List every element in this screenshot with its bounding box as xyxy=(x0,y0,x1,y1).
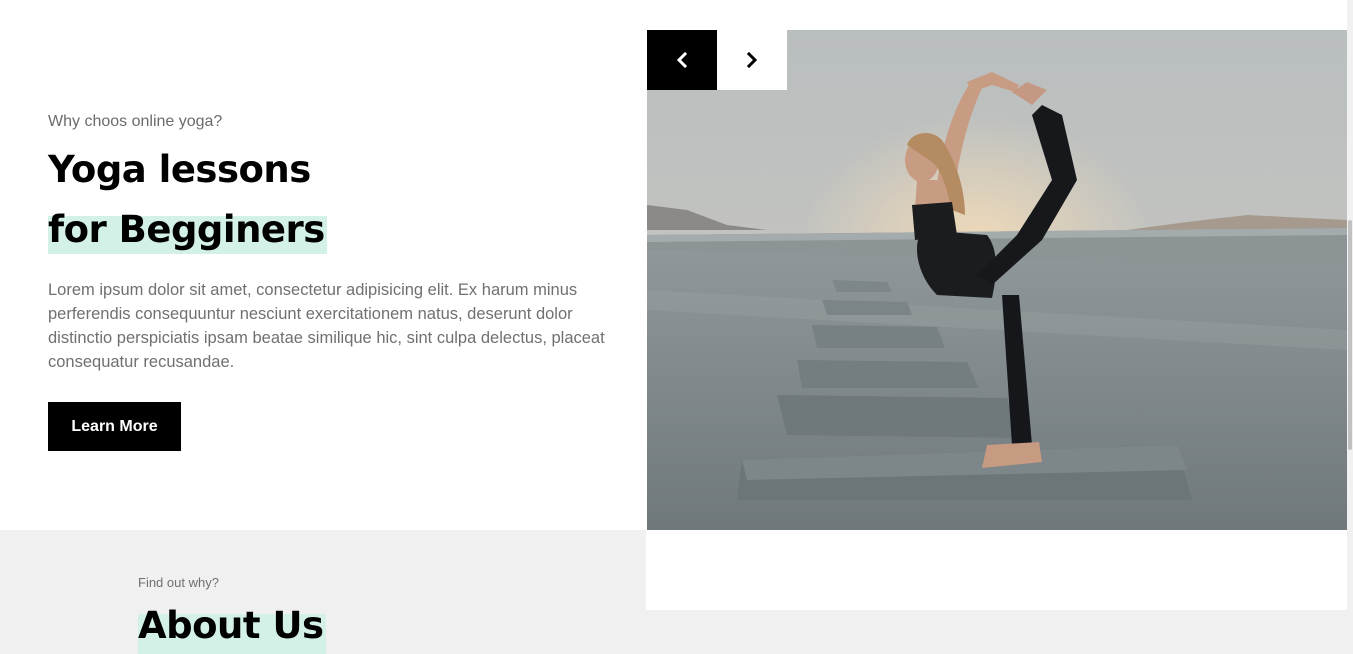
about-section: Find out why? About Us xyxy=(0,530,1353,654)
hero-content: Why choos online yoga? Yoga lessons for … xyxy=(48,112,628,451)
slider-prev-button[interactable] xyxy=(647,30,717,90)
hero-eyebrow: Why choos online yoga? xyxy=(48,113,223,130)
scrollbar-thumb[interactable] xyxy=(1348,220,1352,450)
about-title: About Us xyxy=(138,598,326,654)
hero-section: Why choos online yoga? Yoga lessons for … xyxy=(0,0,1353,530)
yoga-pose-photo xyxy=(647,30,1347,530)
hero-title: Yoga lessons for Begginers xyxy=(48,140,628,260)
hero-title-line2: for Begginers xyxy=(48,202,327,254)
about-image-placeholder xyxy=(646,530,1347,610)
page-scrollbar[interactable] xyxy=(1347,0,1353,654)
about-eyebrow: Find out why? xyxy=(138,575,219,590)
chevron-right-icon xyxy=(746,52,758,68)
learn-more-button[interactable]: Learn More xyxy=(48,402,181,451)
hero-description: Lorem ipsum dolor sit amet, consectetur … xyxy=(48,281,605,371)
slider-next-button[interactable] xyxy=(717,30,787,90)
chevron-left-icon xyxy=(676,52,688,68)
image-slider xyxy=(647,30,1347,530)
hero-title-line1: Yoga lessons xyxy=(48,148,311,191)
